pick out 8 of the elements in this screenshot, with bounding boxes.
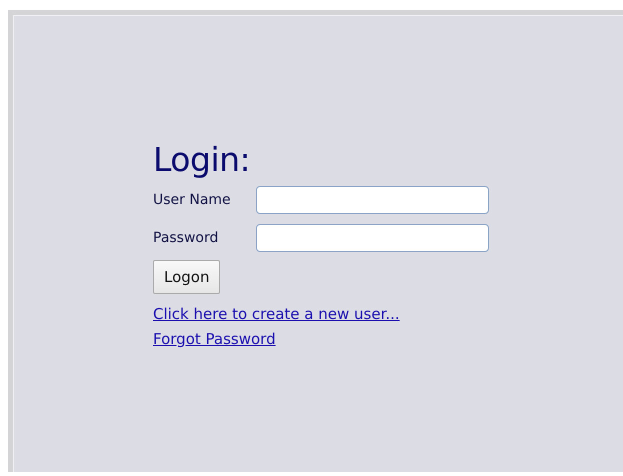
field-label: User Name <box>153 192 232 208</box>
field-label: Password <box>153 230 220 246</box>
input-field[interactable] <box>256 186 489 214</box>
logon-button[interactable]: Logon <box>153 260 220 294</box>
link[interactable]: Click here to create a new user... <box>153 302 400 327</box>
link[interactable]: Forgot Password <box>153 327 276 352</box>
login-title: Login: <box>153 140 252 180</box>
input-field[interactable] <box>256 224 489 252</box>
